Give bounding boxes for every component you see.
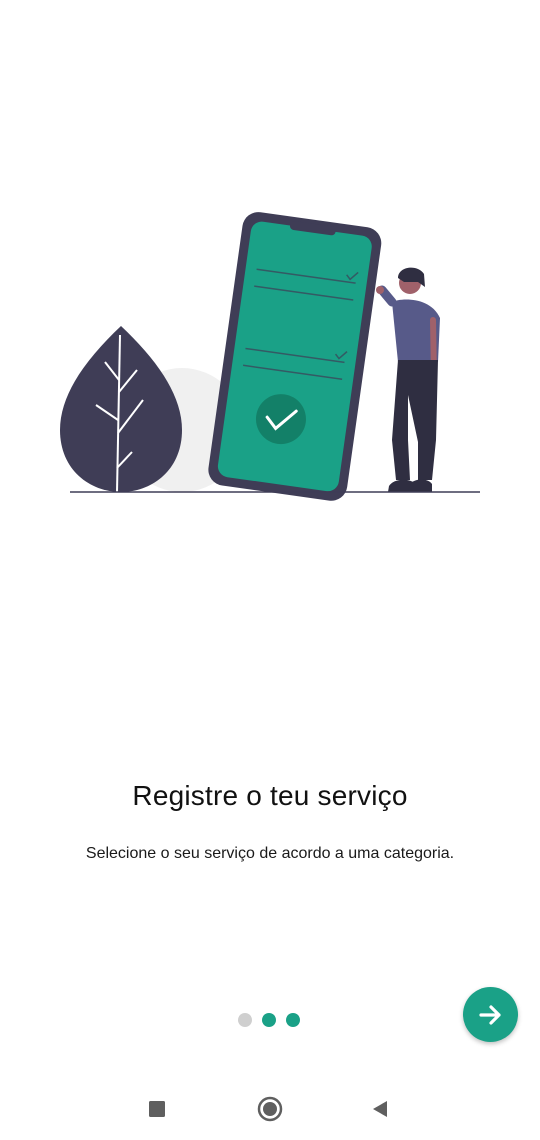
next-button[interactable] [463, 987, 518, 1042]
phone-illustration [208, 212, 382, 501]
onboarding-screen: Registre o teu serviço Selecione o seu s… [0, 0, 540, 1140]
pagination-dots [238, 1013, 300, 1027]
triangle-back-icon [373, 1101, 387, 1117]
system-navigation-bar [0, 1080, 540, 1140]
pagination-dot-3[interactable] [286, 1013, 300, 1027]
person-illustration [376, 267, 440, 492]
pagination-dot-2[interactable] [262, 1013, 276, 1027]
circle-icon [257, 1096, 283, 1122]
nav-recents-button[interactable] [142, 1094, 172, 1124]
page-title: Registre o teu serviço [132, 780, 408, 811]
square-icon [149, 1101, 165, 1117]
leaf-icon [60, 326, 182, 493]
nav-home-button[interactable] [255, 1094, 285, 1124]
arrow-right-icon [478, 1004, 501, 1025]
onboarding-illustration [60, 212, 480, 501]
pagination-dot-1[interactable] [238, 1013, 252, 1027]
page-subtitle: Selecione o seu serviço de acordo a uma … [85, 845, 455, 862]
nav-back-button[interactable] [365, 1094, 395, 1124]
